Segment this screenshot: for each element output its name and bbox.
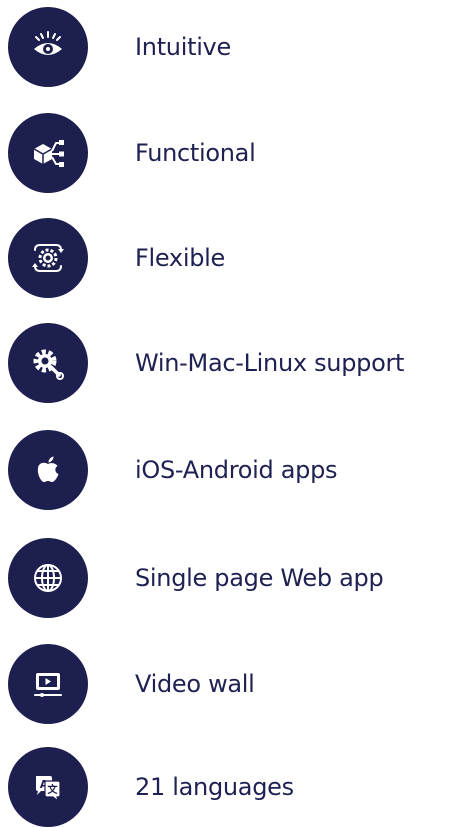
feature-label: 21 languages (135, 773, 294, 801)
feature-list: Intuitive Functional Flexible Win-Mac-Li… (0, 0, 464, 827)
feature-item-flexible: Flexible (0, 218, 464, 298)
feature-item-languages: A 文 21 languages (0, 747, 464, 827)
feature-label: Intuitive (135, 33, 231, 61)
svg-text:文: 文 (48, 783, 59, 796)
globe-icon (8, 538, 88, 618)
feature-item-mobile-apps: iOS-Android apps (0, 430, 464, 510)
gear-wrench-icon (8, 323, 88, 403)
apple-icon (8, 430, 88, 510)
feature-item-platform-support: Win-Mac-Linux support (0, 323, 464, 403)
feature-label: Video wall (135, 670, 255, 698)
cube-network-icon (8, 113, 88, 193)
feature-label: Single page Web app (135, 564, 384, 592)
feature-label: Win-Mac-Linux support (135, 349, 405, 377)
eye-icon (8, 7, 88, 87)
feature-label: Functional (135, 139, 256, 167)
play-screen-icon (8, 644, 88, 724)
feature-item-video-wall: Video wall (0, 644, 464, 724)
feature-label: Flexible (135, 244, 225, 272)
feature-item-functional: Functional (0, 113, 464, 193)
feature-item-web-app: Single page Web app (0, 538, 464, 618)
feature-item-intuitive: Intuitive (0, 7, 464, 87)
gear-arrows-icon (8, 218, 88, 298)
feature-label: iOS-Android apps (135, 456, 338, 484)
translate-icon: A 文 (8, 747, 88, 827)
